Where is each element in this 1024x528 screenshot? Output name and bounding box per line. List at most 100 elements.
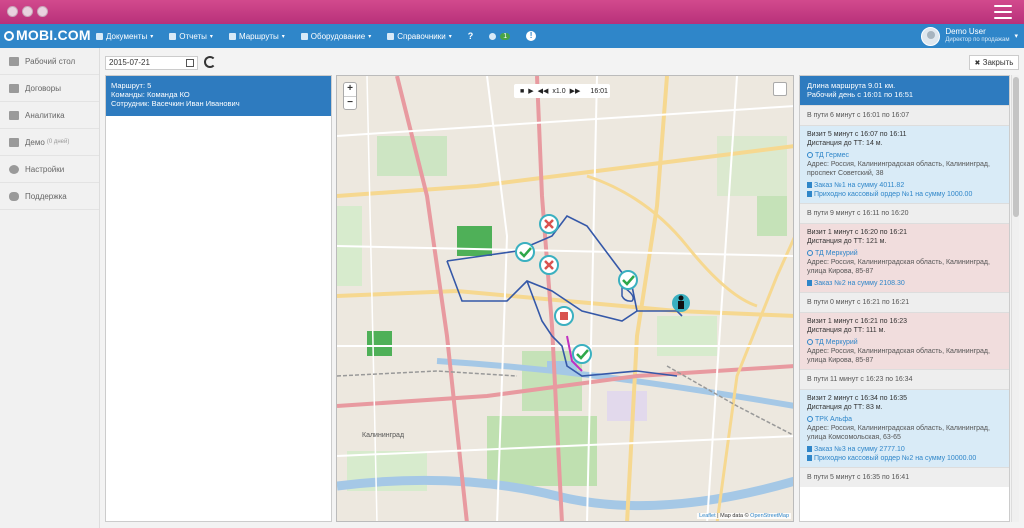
close-window-button[interactable] [7,6,18,17]
zoom-in-button[interactable]: + [344,83,356,96]
zoom-out-button[interactable]: − [344,96,356,109]
user-role: Директор по продажам [945,37,1010,43]
document-icon [807,191,812,197]
sidebar-item-desktop[interactable]: Рабочий стол [0,48,99,75]
date-field[interactable]: 2015-07-21 [105,56,198,70]
route-summary: Длина маршрута 9.01 км. Рабочий день с 1… [800,76,1009,105]
fast-forward-icon[interactable]: ▶▶ [570,87,581,95]
close-button-label: Закрыть [982,58,1014,67]
sidebar-item-label: Рабочий стол [25,56,76,66]
minimize-window-button[interactable] [22,6,33,17]
shop-link[interactable]: ТД Гермес [807,151,1002,160]
location-icon [807,152,813,158]
help-icon: ? [467,31,474,41]
document-icon [807,446,812,452]
visit-bad-marker[interactable] [539,255,559,275]
sidebar-item-demo[interactable]: Демо (0 дней) [0,129,99,156]
document-label: Заказ №3 на сумму 2777.10 [814,446,905,453]
window-titlebar [0,0,1024,24]
document-link[interactable]: Заказ №1 на сумму 4011.82 [807,181,1002,190]
map-tiles [337,76,793,521]
users-button[interactable]: 1 [489,32,511,40]
close-button[interactable]: ✖ Закрыть [969,55,1019,70]
osm-link[interactable]: OpenStreetMap [750,513,789,519]
calendar-icon[interactable] [186,59,194,67]
refresh-icon[interactable] [204,56,216,68]
nav-item-label: Справочники [397,31,446,41]
route-end-marker[interactable] [554,306,574,326]
visit-row[interactable]: Визит 1 минут с 16:21 по 16:23 Дистанция … [800,312,1009,369]
user-menu[interactable]: Demo User Директор по продажам ▾ [921,26,1018,46]
document-icon [807,455,812,461]
close-icon: ✖ [974,60,981,67]
visit-row[interactable]: Визит 2 минут с 16:34 по 16:35 Дистанция … [800,389,1009,467]
chevron-down-icon: ▾ [368,33,372,40]
visit-ok-marker[interactable] [515,242,535,262]
leaflet-link[interactable]: Leaflet [699,513,716,519]
users-count-badge: 1 [500,32,511,40]
analytics-icon [9,110,19,120]
sidebar-item-support[interactable]: Поддержка [0,183,99,210]
info-icon: ! [526,31,537,41]
sidebar-item-label: Поддержка [25,191,67,201]
visit-row[interactable]: Визит 1 минут с 16:20 по 16:21 Дистанция … [800,223,1009,292]
sidebar-item-analytics[interactable]: Аналитика [0,102,99,129]
nav-item-documents[interactable]: Документы ▾ [96,32,153,41]
brand-logo[interactable]: MOBI.COM [4,27,91,43]
user-icon [489,32,497,40]
user-info: Demo User Директор по продажам [945,27,1009,45]
route-map[interactable]: + − ■ ▶ ◀◀ x1.0 ▶▶ 16:01 Leaflet | Map d… [336,75,794,522]
route-events-panel: Длина маршрута 9.01 км. Рабочий день с 1… [799,75,1010,522]
chevron-down-icon: ▾ [209,33,213,40]
gear-icon [9,164,19,174]
shop-name: ТД Гермес [815,152,850,159]
route-length: Длина маршрута 9.01 км. [807,81,896,90]
location-icon [807,250,813,256]
layers-icon[interactable] [773,82,787,96]
nav-item-reports[interactable]: Отчеты ▾ [169,32,213,41]
visit-ok-marker[interactable] [572,344,592,364]
visit-title: Визит 2 минут с 16:34 по 16:35 [807,395,907,402]
nav-menu: Документы ▾ Отчеты ▾ Маршруты ▾ Оборудов… [96,24,552,48]
visit-bad-marker[interactable] [539,214,559,234]
sidebar-item-settings[interactable]: Настройки [0,156,99,183]
sidebar-item-label: Договоры [25,83,61,93]
desktop-icon [9,56,19,66]
events-scrollbar[interactable] [1011,75,1019,522]
stop-icon[interactable]: ■ [520,88,524,95]
chevron-down-icon: ▾ [281,33,285,40]
menu-icon[interactable] [994,5,1012,19]
nav-item-routes[interactable]: Маршруты ▾ [228,32,285,41]
info-button[interactable]: ! [526,31,537,41]
scrollbar-thumb[interactable] [1013,77,1019,217]
document-label: Заказ №1 на сумму 4011.82 [814,182,905,189]
nav-item-equipment[interactable]: Оборудование ▾ [300,32,372,41]
document-link[interactable]: Приходно кассовый ордер №1 на сумму 1000… [807,190,1002,199]
visit-row[interactable]: Визит 5 минут с 16:07 по 16:11 Дистанция … [800,125,1009,203]
sidebar-item-label: Демо [25,137,45,147]
device-icon [300,32,308,40]
avatar [921,26,941,46]
help-button[interactable]: ? [468,31,474,41]
logo-icon [4,31,14,41]
shop-link[interactable]: ТД Меркурий [807,338,1002,347]
sidebar-item-label: Аналитика [25,110,65,120]
nav-item-directories[interactable]: Справочники ▾ [387,31,452,41]
visit-ok-marker[interactable] [618,270,638,290]
play-icon[interactable]: ▶ [528,87,533,95]
rewind-icon[interactable]: ◀◀ [538,87,549,95]
shop-link[interactable]: ТД Меркурий [807,249,1002,258]
document-link[interactable]: Приходно кассовый ордер №2 на сумму 1000… [807,454,1002,463]
shop-link[interactable]: ТРК Альфа [807,415,1002,424]
sidebar-item-contracts[interactable]: Договоры [0,75,99,102]
document-link[interactable]: Заказ №3 на сумму 2777.10 [807,445,1002,454]
maximize-window-button[interactable] [37,6,48,17]
document-label: Приходно кассовый ордер №1 на сумму 1000… [814,191,973,198]
chevron-down-icon: ▾ [150,33,154,40]
employee-position-marker[interactable] [672,294,690,312]
visit-title: Визит 1 минут с 16:21 по 16:23 [807,318,907,325]
document-link[interactable]: Заказ №2 на сумму 2108.30 [807,279,1002,288]
document-label: Приходно кассовый ордер №2 на сумму 1000… [814,455,977,462]
shop-name: ТРК Альфа [815,416,853,423]
route-number: Маршрут: 5 [111,81,152,90]
